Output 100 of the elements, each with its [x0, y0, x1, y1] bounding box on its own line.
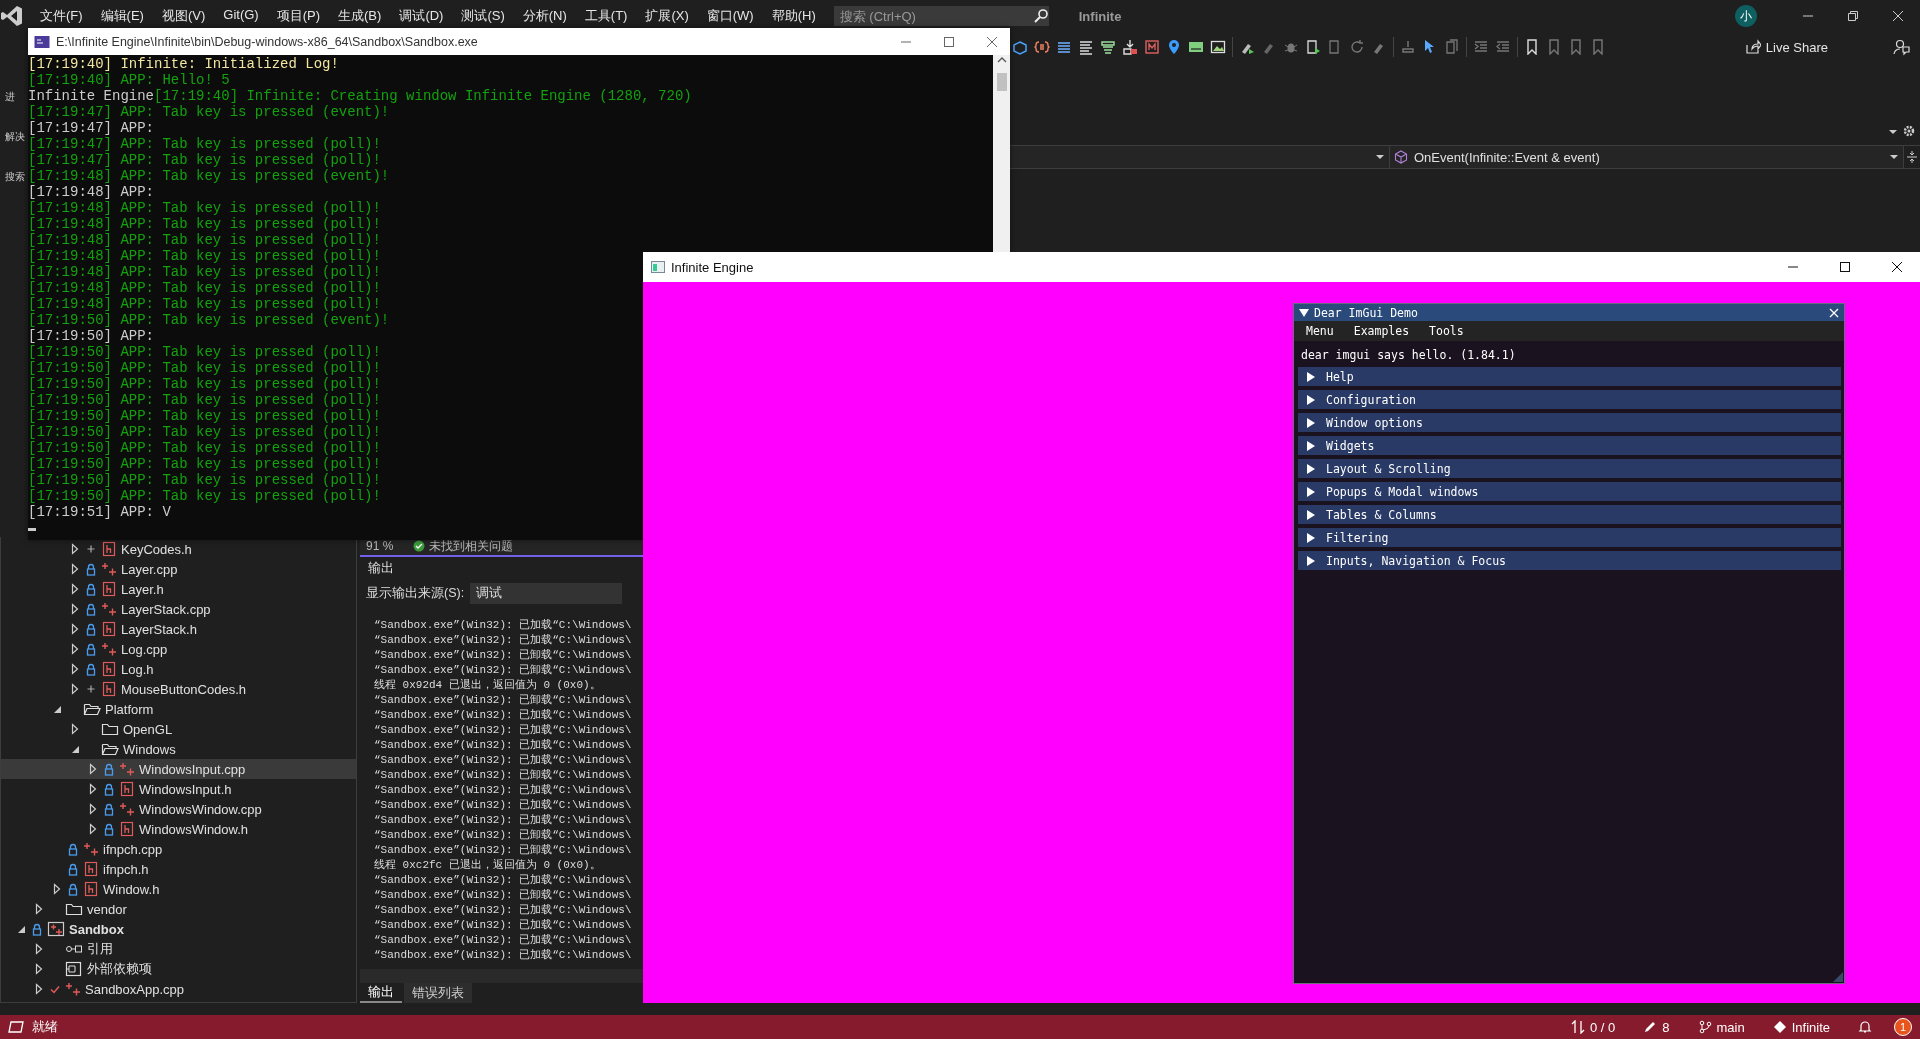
- collapsing-header[interactable]: Filtering: [1298, 528, 1841, 547]
- expand-arrow-icon[interactable]: [69, 582, 81, 596]
- changes-indicator[interactable]: 0 / 0: [1570, 1019, 1616, 1035]
- copy-icon[interactable]: [1444, 39, 1460, 55]
- repository-indicator[interactable]: Infinite: [1772, 1019, 1830, 1035]
- menu-item[interactable]: Menu: [1304, 324, 1336, 338]
- tree-item[interactable]: WindowsInput.h: [1, 779, 356, 799]
- tree-item[interactable]: OpenGL: [1, 719, 356, 739]
- source-dropdown[interactable]: 调试: [470, 583, 623, 604]
- panel-tab[interactable]: 输出: [360, 983, 402, 1003]
- lines-icon[interactable]: [1078, 39, 1094, 55]
- image-icon[interactable]: [1210, 39, 1226, 55]
- list-icon[interactable]: [1056, 39, 1072, 55]
- expand-arrow-icon[interactable]: [69, 682, 81, 696]
- collapsing-header[interactable]: Popups & Modal windows: [1298, 482, 1841, 501]
- expand-arrow-icon[interactable]: [33, 962, 45, 976]
- expand-arrow-icon[interactable]: [33, 902, 45, 916]
- expand-arrow-icon[interactable]: [87, 762, 99, 776]
- scrollbar-thumb[interactable]: [996, 73, 1007, 91]
- cube-icon[interactable]: [1012, 39, 1028, 55]
- menu-item[interactable]: 编辑(E): [92, 3, 152, 29]
- menu-item[interactable]: 调试(D): [391, 3, 452, 29]
- expand-arrow-icon[interactable]: [69, 722, 81, 736]
- live-share-button[interactable]: Live Share: [1738, 36, 1834, 58]
- tree-item[interactable]: Layer.h: [1, 579, 356, 599]
- menu-item[interactable]: 工具(T): [576, 3, 636, 29]
- expand-arrow-icon[interactable]: [51, 882, 63, 896]
- close-icon[interactable]: [1891, 261, 1903, 273]
- collapsing-header[interactable]: Widgets: [1298, 436, 1841, 455]
- square-icon[interactable]: [1144, 39, 1160, 55]
- download-icon[interactable]: [1122, 39, 1138, 55]
- edits-indicator[interactable]: 8: [1643, 1019, 1670, 1035]
- panel-tab[interactable]: 错误列表: [404, 983, 472, 1003]
- menu-item[interactable]: 视图(V): [153, 3, 214, 29]
- collapsing-header[interactable]: Layout & Scrolling: [1298, 459, 1841, 478]
- tree-item[interactable]: Windows: [1, 739, 356, 759]
- expand-arrow-icon[interactable]: [69, 542, 81, 556]
- tree-item[interactable]: LayerStack.cpp: [1, 599, 356, 619]
- tree-item[interactable]: 外部依赖项: [1, 959, 356, 979]
- expand-arrow-icon[interactable]: [69, 622, 81, 636]
- menu-item[interactable]: 窗口(W): [698, 3, 762, 29]
- menu-item[interactable]: 项目(P): [268, 3, 329, 29]
- outdent-icon[interactable]: [1495, 39, 1511, 55]
- tree-item[interactable]: Window.h: [1, 879, 356, 899]
- tree-item[interactable]: WindowsWindow.cpp: [1, 799, 356, 819]
- menu-item[interactable]: Tools: [1427, 324, 1466, 338]
- bell-icon[interactable]: [1858, 1020, 1872, 1034]
- menu-item[interactable]: 测试(S): [453, 3, 513, 29]
- tree-item[interactable]: LayerStack.h: [1, 619, 356, 639]
- search-box[interactable]: 搜索 (Ctrl+Q): [833, 6, 1049, 26]
- collapsing-header[interactable]: Help: [1298, 367, 1841, 386]
- menu-item[interactable]: 生成(B): [330, 3, 390, 29]
- expand-arrow-icon[interactable]: [87, 822, 99, 836]
- menu-item[interactable]: 分析(N): [514, 3, 575, 29]
- collapsing-header[interactable]: Tables & Columns: [1298, 505, 1841, 524]
- align-icon[interactable]: [1400, 39, 1416, 55]
- expand-arrow-icon[interactable]: [87, 782, 99, 796]
- expand-arrow-icon[interactable]: [33, 942, 45, 956]
- braces-icon[interactable]: [1034, 39, 1050, 55]
- tree-item[interactable]: vendor: [1, 899, 356, 919]
- resize-grip-icon[interactable]: [1833, 972, 1843, 982]
- indent-icon[interactable]: [1473, 39, 1489, 55]
- menu-item[interactable]: 扩展(X): [637, 3, 697, 29]
- tree-item[interactable]: WindowsInput.cpp: [1, 759, 356, 779]
- feedback-icon[interactable]: [1892, 38, 1910, 56]
- expand-arrow-icon[interactable]: [69, 642, 81, 656]
- expand-arrow-icon[interactable]: [87, 802, 99, 816]
- collapsing-header[interactable]: Configuration: [1298, 390, 1841, 409]
- label-icon[interactable]: [1188, 39, 1204, 55]
- bookmark-icon[interactable]: [1524, 39, 1540, 55]
- menu-item[interactable]: 帮助(H): [763, 3, 824, 29]
- menu-item[interactable]: Examples: [1351, 324, 1412, 338]
- expand-arrow-icon[interactable]: [69, 562, 81, 576]
- settings-icon[interactable]: [1902, 124, 1916, 138]
- pin-icon[interactable]: [1166, 39, 1182, 55]
- restore-icon[interactable]: [1846, 10, 1859, 22]
- menu-item[interactable]: Git(G): [215, 3, 267, 29]
- horizontal-scrollbar[interactable]: [360, 969, 643, 983]
- tree-item[interactable]: ifnpch.cpp: [1, 839, 356, 859]
- search-field[interactable]: 搜索 (Ctrl+Q): [833, 7, 1033, 25]
- split-icon[interactable]: [1906, 150, 1918, 164]
- tree-item[interactable]: Log.cpp: [1, 639, 356, 659]
- tree-item[interactable]: MouseButtonCodes.h: [1, 679, 356, 699]
- collapse-arrow-icon[interactable]: [1299, 307, 1309, 318]
- expand-arrow-icon[interactable]: [69, 662, 81, 676]
- tree-item[interactable]: Sandbox: [1, 919, 356, 939]
- zoom-level[interactable]: 91 %: [366, 539, 394, 553]
- tree-item[interactable]: SandboxApp.cpp: [1, 979, 356, 999]
- tree-item[interactable]: ifnpch.h: [1, 859, 356, 879]
- tree-item[interactable]: WindowsWindow.h: [1, 819, 356, 839]
- maximize-icon[interactable]: [1839, 261, 1851, 273]
- tree-item[interactable]: 引用: [1, 939, 356, 959]
- expand-arrow-icon[interactable]: [33, 982, 45, 996]
- function-dropdown[interactable]: OnEvent(Infinite::Event & event): [1390, 146, 1904, 168]
- document-icon[interactable]: [1305, 39, 1321, 55]
- stack-icon[interactable]: [1100, 39, 1116, 55]
- tree-item[interactable]: Platform: [1, 699, 356, 719]
- search-icon[interactable]: [1032, 8, 1049, 24]
- tree-item[interactable]: Log.h: [1, 659, 356, 679]
- notification-badge[interactable]: 1: [1894, 1018, 1912, 1036]
